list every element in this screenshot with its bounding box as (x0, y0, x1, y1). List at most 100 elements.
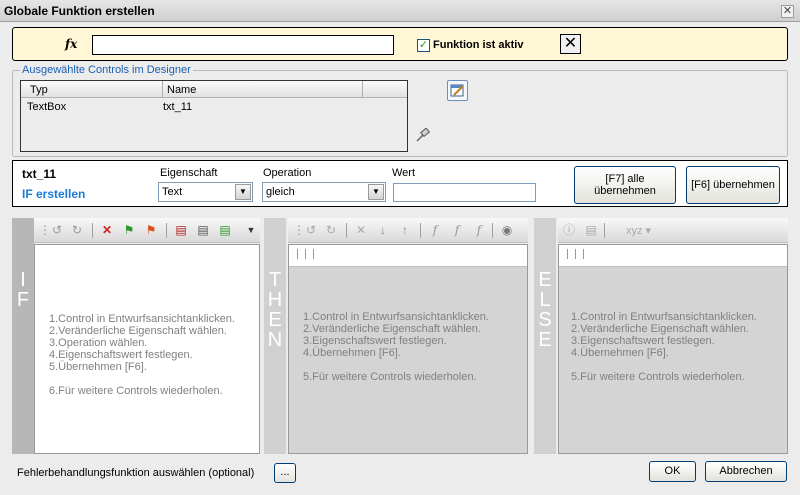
hint-line: 6.Für weitere Controls wiederholen. (49, 385, 223, 397)
then-editor[interactable]: 1.Control in Entwurfsansichtanklicken. 2… (288, 244, 528, 454)
else-letter: L (539, 289, 551, 311)
undo-icon[interactable]: ↺ (304, 223, 318, 237)
if-editor[interactable]: 1.Control in Entwurfsansichtanklicken. 2… (34, 244, 260, 454)
else-letter: E (538, 329, 552, 351)
hint-line: 5.Für weitere Controls wiederholen. (571, 371, 745, 383)
hint-line: 3.Operation wählen. (49, 337, 148, 349)
hint-line: 1.Control in Entwurfsansichtanklicken. (49, 313, 235, 325)
toolbar-separator (420, 223, 421, 238)
else-ruler (559, 245, 787, 267)
close-icon[interactable]: ✕ (781, 5, 794, 18)
document-refresh-icon[interactable]: ▤ (218, 223, 232, 237)
if-hint-text: 1.Control in Entwurfsansichtanklicken. 2… (49, 313, 235, 397)
chevron-down-icon[interactable]: ▼ (368, 184, 384, 200)
xyz-dropdown[interactable]: xyz ▾ (626, 224, 651, 237)
clear-button[interactable]: ✕ (560, 34, 581, 54)
document-edit-icon[interactable]: ▤ (174, 223, 188, 237)
document-icon[interactable]: ▤ (196, 223, 210, 237)
operation-value: gleich (266, 186, 295, 198)
arrow-up-icon[interactable]: ↑ (398, 223, 412, 237)
function-name-input[interactable] (92, 35, 394, 55)
chevron-down-icon[interactable]: ▼ (235, 184, 251, 200)
hint-line: 2.Veränderliche Eigenschaft wählen. (571, 323, 749, 335)
info-icon[interactable]: ⓘ (562, 223, 576, 237)
green-flag-icon[interactable]: ⚑ (122, 223, 136, 237)
error-handler-label: Fehlerbehandlungsfunktion auswählen (opt… (17, 467, 255, 479)
value-input[interactable] (393, 183, 536, 202)
delete-icon[interactable]: ✕ (100, 223, 114, 237)
list-header: Typ Name (21, 81, 407, 98)
cancel-button[interactable]: Abbrechen (705, 461, 787, 482)
active-checkbox[interactable]: ✓ (417, 39, 430, 52)
column-header-name[interactable]: Name (167, 84, 196, 96)
hint-line: 3.Eigenschaftswert festlegen. (571, 335, 715, 347)
else-toolbar: ⓘ ▤ xyz ▾ (558, 218, 788, 243)
hint-line: 4.Eigenschaftswert festlegen. (49, 349, 193, 361)
function-icon[interactable]: f (428, 223, 442, 237)
active-checkbox-label[interactable]: Funktion ist aktiv (433, 39, 523, 51)
then-toolbar: ⋮ ↺ ↻ ✕ ↓ ↑ f f f ◉ (288, 218, 528, 243)
title-bar: Globale Funktion erstellen ✕ (0, 0, 800, 22)
controls-list[interactable]: Typ Name TextBox txt_11 (20, 80, 408, 152)
mode-label: IF erstellen (22, 187, 86, 201)
column-divider[interactable] (362, 81, 363, 97)
ruler-tick (305, 249, 306, 259)
hint-line: 5.Für weitere Controls wiederholen. (303, 371, 477, 383)
toolbar-separator (166, 223, 167, 238)
list-item-type[interactable]: TextBox (27, 101, 66, 113)
group-legend: Ausgewählte Controls im Designer (20, 64, 193, 76)
redo-icon[interactable]: ↻ (70, 223, 84, 237)
else-letter: E (538, 269, 552, 291)
edit-icon (450, 84, 464, 97)
undo-icon[interactable]: ↺ (50, 223, 64, 237)
red-flag-icon[interactable]: ⚑ (144, 223, 158, 237)
toolbar-overflow-icon[interactable]: ▼ (244, 223, 258, 237)
toolbar-separator (604, 223, 605, 238)
toolbar-separator (492, 223, 493, 238)
window-title: Globale Funktion erstellen (4, 4, 155, 18)
ruler-tick (583, 249, 584, 259)
view-icon[interactable]: ◉ (500, 223, 514, 237)
edit-button[interactable] (447, 80, 468, 101)
ok-button[interactable]: OK (649, 461, 696, 482)
column-header-type[interactable]: Typ (30, 84, 48, 96)
hint-line: 4.Übernehmen [F6]. (571, 347, 669, 359)
edit-icon[interactable]: ▤ (584, 223, 598, 237)
list-item-name[interactable]: txt_11 (163, 101, 192, 113)
pin-icon[interactable] (416, 127, 432, 142)
function-icon: fx (65, 37, 78, 51)
toolbar-separator (92, 223, 93, 238)
property-label: Eigenschaft (160, 167, 218, 179)
property-select[interactable]: Text ▼ (158, 182, 253, 202)
else-hint-text: 1.Control in Entwurfsansichtanklicken. 2… (571, 311, 757, 383)
then-letter: N (267, 329, 283, 351)
operation-select[interactable]: gleich ▼ (262, 182, 386, 202)
if-label-strip: I F (12, 218, 34, 454)
redo-icon[interactable]: ↻ (324, 223, 338, 237)
hint-line: 4.Übernehmen [F6]. (303, 347, 401, 359)
arrow-down-icon[interactable]: ↓ (376, 223, 390, 237)
property-value: Text (162, 186, 183, 198)
if-letter: I (20, 269, 26, 291)
else-editor[interactable]: 1.Control in Entwurfsansichtanklicken. 2… (558, 244, 788, 454)
hint-line: 3.Eigenschaftswert festlegen. (303, 335, 447, 347)
column-divider[interactable] (162, 81, 163, 97)
hint-line: 1.Control in Entwurfsansichtanklicken. (303, 311, 489, 323)
selected-control-name: txt_11 (22, 167, 57, 181)
then-letter: T (268, 269, 282, 291)
browse-button[interactable]: ... (274, 463, 296, 483)
then-letter: E (268, 309, 282, 331)
ruler-tick (567, 249, 568, 259)
toolbar-separator (346, 223, 347, 238)
ruler-tick (313, 249, 314, 259)
then-label-strip: T H E N (264, 218, 286, 454)
hint-line: 2.Veränderliche Eigenschaft wählen. (303, 323, 481, 335)
then-hint-text: 1.Control in Entwurfsansichtanklicken. 2… (303, 311, 489, 383)
function-icon[interactable]: f (450, 223, 464, 237)
apply-button[interactable]: [F6] übernehmen (686, 166, 780, 204)
delete-icon[interactable]: ✕ (354, 223, 368, 237)
function-icon[interactable]: f (472, 223, 486, 237)
apply-all-button[interactable]: [F7] alle übernehmen (574, 166, 676, 204)
operation-label: Operation (263, 167, 312, 179)
if-toolbar: ⋮ ↺ ↻ ✕ ⚑ ⚑ ▤ ▤ ▤ ▼ (34, 218, 260, 243)
